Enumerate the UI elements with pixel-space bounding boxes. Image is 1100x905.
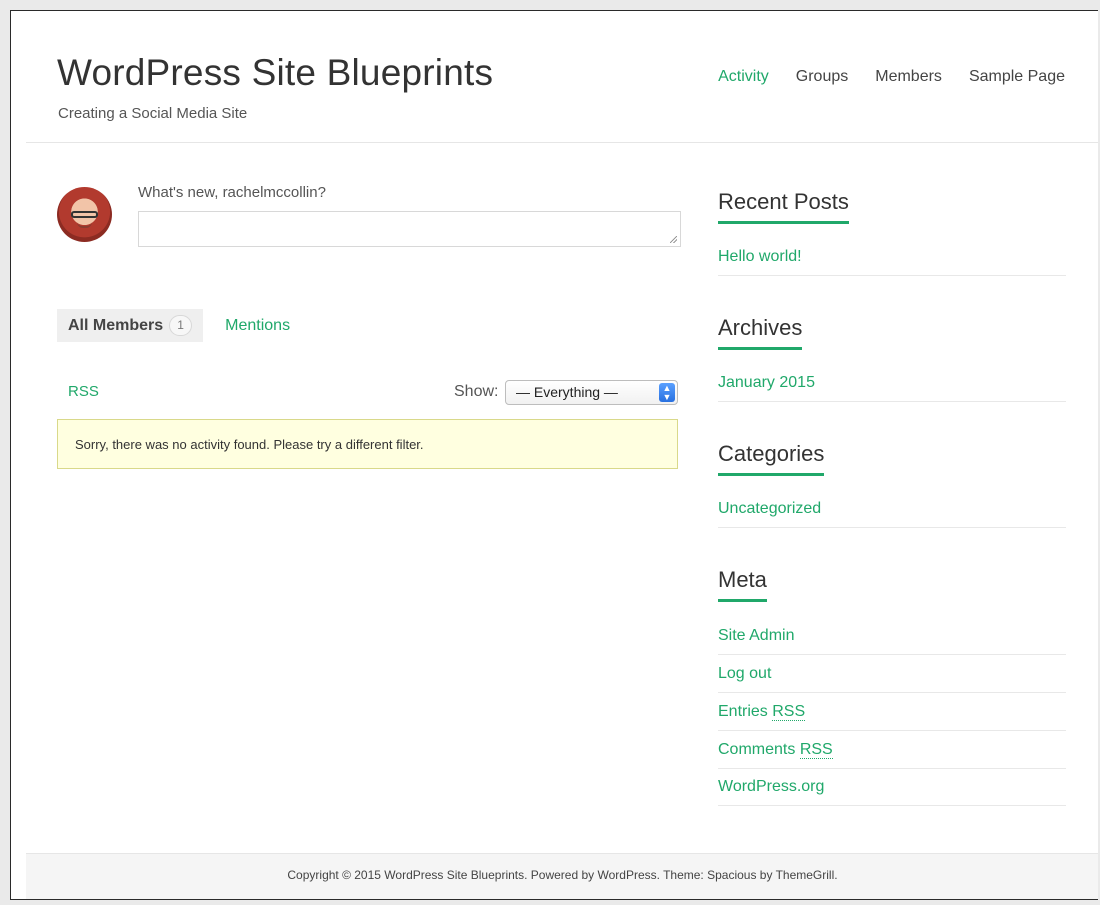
site-container: WordPress Site Blueprints Creating a Soc… [26,26,1098,899]
show-filter-label: Show: [454,383,499,400]
recent-post-link[interactable]: Hello world! [718,248,1066,276]
nav-item-groups[interactable]: Groups [796,68,848,86]
tab-all-members[interactable]: All Members 1 [57,309,204,342]
meta-link-comments-label: Comments [718,741,796,758]
meta-link-wordpress-org[interactable]: WordPress.org [718,778,1066,806]
tab-all-members-label: All Members [68,316,164,334]
browser-page: WordPress Site Blueprints Creating a Soc… [10,10,1098,900]
meta-link-entries-label: Entries [718,703,768,720]
avatar-smile [77,222,92,228]
site-header: WordPress Site Blueprints Creating a Soc… [26,26,1098,143]
meta-link-log-out[interactable]: Log out [718,665,1066,693]
meta-link-comments-rss[interactable]: Comments RSS [718,741,1066,769]
avatar[interactable] [57,187,112,242]
nav-item-sample-page[interactable]: Sample Page [969,68,1065,86]
site-description: Creating a Social Media Site [58,105,248,122]
rss-abbr: RSS [799,741,833,759]
category-link[interactable]: Uncategorized [718,500,1066,528]
nav-item-members[interactable]: Members [875,68,942,86]
no-activity-notice: Sorry, there was no activity found. Plea… [57,419,678,469]
meta-link-site-admin[interactable]: Site Admin [718,627,1066,655]
activity-tabs: All Members 1 Mentions [57,309,290,342]
whats-new-label: What's new, rachelmccollin? [138,184,326,201]
resize-grip-icon[interactable] [670,236,677,243]
nav-item-activity[interactable]: Activity [718,68,769,86]
site-title[interactable]: WordPress Site Blueprints [57,52,493,94]
archive-link[interactable]: January 2015 [718,374,1066,402]
activity-filter-select[interactable]: — Everything — ▲ ▼ [505,380,678,405]
site-footer: Copyright © 2015 WordPress Site Blueprin… [26,853,1098,899]
widget-title-recent-posts: Recent Posts [718,189,849,224]
meta-link-entries-rss[interactable]: Entries RSS [718,703,1066,731]
widget-title-archives: Archives [718,315,803,350]
rss-link[interactable]: RSS [68,383,99,400]
activity-stream: What's new, rachelmccollin? All Members … [57,143,681,843]
sidebar: Recent Posts Hello world! Archives Janua… [718,143,1066,843]
select-arrows-icon: ▲ ▼ [659,383,675,402]
activity-filter-value: — Everything — [516,384,618,400]
widget-title-meta: Meta [718,567,767,602]
members-count-badge: 1 [169,315,193,336]
tab-mentions[interactable]: Mentions [225,317,290,335]
status-update-textarea[interactable] [138,211,681,247]
widget-title-categories: Categories [718,441,825,476]
rss-abbr: RSS [772,703,806,721]
main-navigation: Activity Groups Members Sample Page [691,68,1065,86]
avatar-glasses [71,211,98,218]
